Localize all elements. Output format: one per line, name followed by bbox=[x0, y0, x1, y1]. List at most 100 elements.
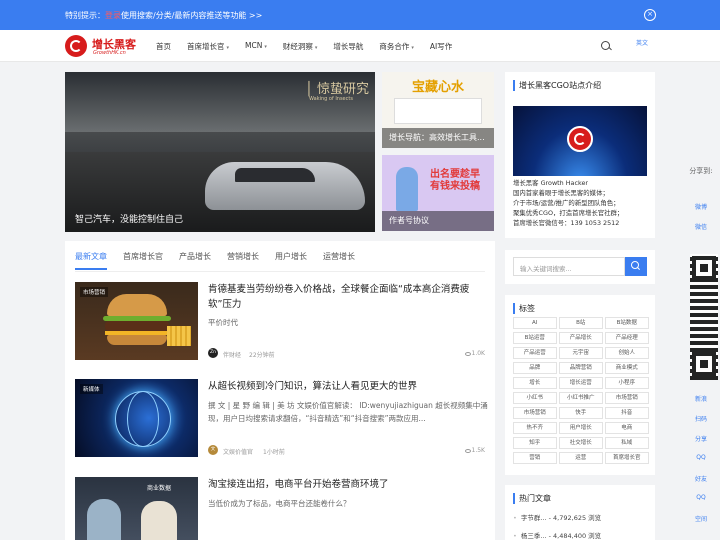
tag-item[interactable]: 元宇宙 bbox=[559, 347, 603, 359]
tag-item[interactable]: 商业模式 bbox=[605, 362, 649, 374]
nav-item[interactable]: 首席增长官 ▾ bbox=[187, 41, 229, 52]
share-weibo-button[interactable]: 微博 bbox=[686, 202, 716, 211]
share-sina-label[interactable]: 新浪 bbox=[686, 394, 716, 403]
tag-item[interactable]: 增长 bbox=[513, 377, 557, 389]
close-icon[interactable]: × bbox=[644, 9, 656, 21]
chevron-down-icon: ▾ bbox=[226, 45, 230, 51]
tag-item[interactable]: B站数据 bbox=[605, 317, 649, 329]
tag-item[interactable]: 产品增长 bbox=[559, 332, 603, 344]
tag-item[interactable]: 创始人 bbox=[605, 347, 649, 359]
tag-item[interactable]: AI bbox=[513, 317, 557, 329]
post-title[interactable]: 肯德基麦当劳纷纷卷入价格战，全球餐企面临“成本高企消费疲软”压力 bbox=[208, 282, 488, 312]
search-icon[interactable] bbox=[601, 41, 610, 50]
list-item[interactable]: 商业数据 淘宝接连出招，电商平台开始卷营商环境了 当低价成为了标品，电商平台还能… bbox=[75, 477, 485, 540]
share-title: 分享到: bbox=[689, 167, 713, 175]
post-thumbnail[interactable]: 商业数据 bbox=[75, 477, 198, 540]
tag-item[interactable]: 产品运营 bbox=[513, 347, 557, 359]
tag-item[interactable]: 小红书推广 bbox=[559, 392, 603, 404]
tag-item[interactable]: 抖音 bbox=[605, 407, 649, 419]
nav-item[interactable]: 增长导航 bbox=[333, 41, 363, 52]
post-excerpt: 平价时代 bbox=[208, 318, 238, 327]
nav-item-label: 商务合作 bbox=[379, 42, 410, 51]
tag-item[interactable]: 用户增长 bbox=[559, 422, 603, 434]
search-button[interactable] bbox=[625, 257, 647, 276]
tag-item[interactable]: B站运营 bbox=[513, 332, 557, 344]
site-logo[interactable]: 增长黑客 GrowthHK.cn bbox=[65, 34, 145, 60]
tag-item[interactable]: 热不齐 bbox=[513, 422, 557, 434]
category-tab[interactable]: 营销增长 bbox=[227, 251, 259, 270]
share-friends-label[interactable]: 好友 bbox=[686, 474, 716, 483]
nav-item-label: 首席增长官 bbox=[187, 42, 225, 51]
list-item[interactable]: 市场营销 肯德基麦当劳纷纷卷入价格战，全球餐企面临“成本高企消费疲软”压力 平价… bbox=[75, 282, 485, 362]
notice-bar: 特别提示：登录使用搜索/分类/最新内容推送等功能 >> × bbox=[0, 0, 720, 30]
category-tab[interactable]: 最新文章 bbox=[75, 251, 107, 270]
tag-item[interactable]: 产品经理 bbox=[605, 332, 649, 344]
category-tab[interactable]: 运营增长 bbox=[323, 251, 355, 270]
nav-item[interactable]: 首页 bbox=[156, 41, 171, 52]
nav-item[interactable]: 商务合作 ▾ bbox=[379, 41, 414, 52]
tag-item[interactable]: B站 bbox=[559, 317, 603, 329]
featured-card-caption[interactable]: 增长导航：高效增长工具... bbox=[382, 128, 494, 148]
author-avatar[interactable]: Zn bbox=[208, 348, 218, 358]
featured-card-navigation[interactable]: 宝藏心水 增长导航：高效增长工具... bbox=[382, 72, 494, 148]
search-input[interactable]: 输入关键词搜索... bbox=[513, 257, 625, 276]
category-tabs: 最新文章 首席增长官 产品增长 营销增长 用户增长 运营增长 bbox=[75, 251, 371, 270]
category-tab[interactable]: 用户增长 bbox=[275, 251, 307, 270]
post-meta: Zn 伴财经 22分钟前 1.0K bbox=[208, 348, 488, 360]
post-thumbnail[interactable]: 市场营销 bbox=[75, 282, 198, 360]
post-time: 1小时前 bbox=[263, 449, 285, 456]
hero-watermark-sub: Waking of Insects bbox=[309, 96, 353, 102]
post-title[interactable]: 淘宝接连出招，电商平台开始卷营商环境了 bbox=[208, 477, 488, 492]
author-avatar[interactable]: 文 bbox=[208, 445, 218, 455]
notice-login-link[interactable]: 登录 bbox=[105, 11, 121, 20]
featured-card-caption[interactable]: 作者号协议 bbox=[382, 211, 494, 231]
about-banner-image bbox=[513, 106, 647, 176]
language-switch[interactable]: 英文 bbox=[636, 38, 648, 47]
author-name[interactable]: 文娱价值官 bbox=[223, 447, 253, 456]
tag-item[interactable]: 首席增长官 bbox=[605, 452, 649, 464]
tag-item[interactable]: 社交增长 bbox=[559, 437, 603, 449]
tag-item[interactable]: 小红书 bbox=[513, 392, 557, 404]
post-thumbnail[interactable]: 新媒体 bbox=[75, 379, 198, 457]
nav-item[interactable]: 财经洞察 ▾ bbox=[283, 41, 318, 52]
tag-item[interactable]: 运营 bbox=[559, 452, 603, 464]
share-qzone-button[interactable]: QQ bbox=[686, 494, 716, 501]
tag-item[interactable]: 市场营销 bbox=[513, 407, 557, 419]
hero-watermark: │ 惊蛰研究 bbox=[305, 82, 369, 97]
nav-item[interactable]: AI写作 bbox=[430, 41, 452, 52]
tag-item[interactable]: 品牌 bbox=[513, 362, 557, 374]
qr-code-image bbox=[690, 254, 718, 380]
hero-slide[interactable]: │ 惊蛰研究 Waking of Insects 智己汽车，没能控制住自己 bbox=[65, 72, 375, 232]
tag-cloud: AI B站 B站数据 B站运营 产品增长 产品经理产品运营 元宇宙 创始人品牌 品牌营销 商业模式… bbox=[513, 317, 651, 464]
share-scan-label[interactable]: 扫码 bbox=[686, 414, 716, 423]
author-name[interactable]: 伴财经 bbox=[223, 350, 241, 359]
tag-item[interactable]: 品牌营销 bbox=[559, 362, 603, 374]
hero-caption[interactable]: 智己汽车，没能控制住自己 bbox=[75, 212, 183, 225]
list-item[interactable]: 新媒体 从超长视频到冷门知识，算法让人看见更大的世界 撰 文 | 星 野 编 辑… bbox=[75, 379, 488, 459]
tag-item[interactable]: 知乎 bbox=[513, 437, 557, 449]
tag-item[interactable]: 小程序 bbox=[605, 377, 649, 389]
share-space-label[interactable]: 空间 bbox=[686, 514, 716, 523]
tag-item[interactable]: 营销 bbox=[513, 452, 557, 464]
hot-article-item[interactable]: 字节群... - 4,792,625 浏览 bbox=[513, 512, 601, 522]
hot-article-item[interactable]: 杨三季... - 4,484,400 浏览 bbox=[513, 530, 601, 540]
tag-item[interactable]: 增长运营 bbox=[559, 377, 603, 389]
category-tab[interactable]: 首席增长官 bbox=[123, 251, 163, 270]
featured-card-author[interactable]: 出名要趁早 有钱来投稿 作者号协议 bbox=[382, 155, 494, 231]
notice-text[interactable]: 特别提示：登录使用搜索/分类/最新内容推送等功能 >> bbox=[65, 10, 262, 21]
post-title[interactable]: 从超长视频到冷门知识，算法让人看见更大的世界 bbox=[208, 379, 488, 394]
tag-item[interactable]: 私域 bbox=[605, 437, 649, 449]
tag-item[interactable]: 电商 bbox=[605, 422, 649, 434]
search-icon bbox=[631, 261, 639, 269]
share-qq-button[interactable]: QQ bbox=[686, 454, 716, 461]
tag-item[interactable]: 市场营销 bbox=[605, 392, 649, 404]
share-button[interactable]: 分享 bbox=[686, 434, 716, 443]
nav-item-label: AI写作 bbox=[429, 42, 453, 51]
nav-item[interactable]: MCN ▾ bbox=[245, 41, 267, 52]
share-wechat-button[interactable]: 微信 bbox=[686, 222, 716, 231]
card-preview-image bbox=[394, 98, 482, 124]
about-line: 国内首家着眼于增长黑客的媒体； bbox=[513, 189, 609, 197]
tag-item[interactable]: 快手 bbox=[559, 407, 603, 419]
widget-title: 热门文章 bbox=[513, 493, 551, 504]
category-tab[interactable]: 产品增长 bbox=[179, 251, 211, 270]
